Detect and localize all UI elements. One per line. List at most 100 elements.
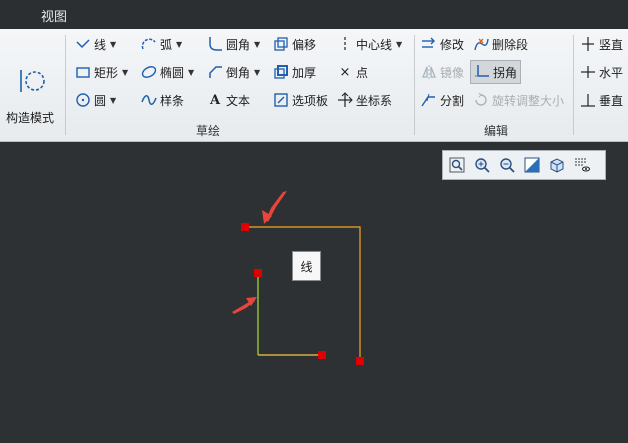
centerline-label: 中心线 bbox=[356, 37, 393, 52]
delete-segment-icon bbox=[473, 36, 489, 52]
point-tool[interactable]: × 点 bbox=[337, 61, 368, 83]
corner-label: 拐角 bbox=[493, 65, 518, 80]
menu-view[interactable]: 视图 bbox=[41, 6, 67, 25]
delete-segment-label: 删除段 bbox=[492, 37, 529, 52]
sketch-line-orange[interactable] bbox=[245, 226, 361, 361]
refit-icon bbox=[449, 157, 465, 173]
chevron-down-icon[interactable]: ▼ bbox=[254, 40, 260, 49]
rectangle-label: 矩形 bbox=[94, 65, 119, 80]
modify-tool[interactable]: 修改 bbox=[421, 33, 464, 55]
vertical-constraint-tool[interactable]: 竖直 bbox=[580, 33, 623, 55]
circle-label: 圆 bbox=[94, 93, 107, 108]
sketch-vertex[interactable] bbox=[356, 357, 364, 365]
text-icon: A bbox=[209, 92, 221, 108]
line-icon bbox=[75, 36, 91, 52]
construction-mode-button[interactable]: 构造模式 bbox=[6, 62, 58, 134]
coordinate-system-tool[interactable]: 坐标系 bbox=[337, 89, 392, 111]
vertical-constraint-label: 竖直 bbox=[599, 37, 624, 52]
edit-group-label: 编辑 bbox=[484, 124, 509, 138]
thicken-label: 加厚 bbox=[292, 65, 317, 80]
sketch-vertex[interactable] bbox=[254, 269, 262, 277]
divide-icon bbox=[421, 92, 437, 108]
thicken-tool[interactable]: 加厚 bbox=[273, 61, 316, 83]
zoom-in-button[interactable] bbox=[472, 155, 492, 175]
divide-tool[interactable]: 分割 bbox=[421, 89, 464, 111]
tooltip: 线 bbox=[292, 251, 321, 281]
mirror-tool[interactable]: 镜像 bbox=[421, 61, 464, 83]
coordinate-system-label: 坐标系 bbox=[356, 93, 393, 108]
divide-label: 分割 bbox=[440, 93, 465, 108]
ribbon-separator bbox=[414, 35, 415, 135]
chamfer-icon bbox=[207, 64, 223, 80]
horizontal-constraint-icon bbox=[580, 64, 596, 80]
horizontal-constraint-tool[interactable]: 水平 bbox=[580, 61, 623, 83]
view-toolbar bbox=[442, 150, 606, 180]
point-icon: × bbox=[339, 64, 351, 80]
sketch-group-label: 草绘 bbox=[196, 124, 221, 138]
delete-segment-tool[interactable]: 删除段 bbox=[473, 33, 528, 55]
chevron-down-icon[interactable]: ▼ bbox=[122, 68, 128, 77]
spline-icon bbox=[141, 92, 157, 108]
annotation-arrow-icon bbox=[262, 191, 287, 224]
vertical-constraint-icon bbox=[580, 36, 596, 52]
sketch-vertex[interactable] bbox=[318, 351, 326, 359]
text-tool[interactable]: A 文本 bbox=[207, 89, 250, 111]
modify-label: 修改 bbox=[440, 37, 465, 52]
rectangle-tool[interactable]: 矩形 ▼ bbox=[75, 61, 128, 83]
point-label: 点 bbox=[356, 65, 369, 80]
ellipse-tool[interactable]: 椭圆 ▼ bbox=[141, 61, 194, 83]
ribbon: 构造模式 线 ▼ 矩形 ▼ 圆 ▼ 弧 ▼ 椭圆 ▼ 样条 圆角 ▼ 倒角 ▼ … bbox=[0, 29, 628, 142]
palette-tool[interactable]: 选项板 bbox=[273, 89, 328, 111]
offset-tool[interactable]: 偏移 bbox=[273, 33, 316, 55]
mirror-icon bbox=[421, 64, 437, 80]
display-style-button[interactable] bbox=[547, 155, 567, 175]
fillet-icon bbox=[207, 36, 223, 52]
spline-tool[interactable]: 样条 bbox=[141, 89, 184, 111]
circle-icon bbox=[75, 92, 91, 108]
construction-mode-label: 构造模式 bbox=[6, 111, 55, 125]
modify-icon bbox=[421, 36, 437, 52]
rotate-resize-label: 旋转调整大小 bbox=[492, 93, 565, 108]
palette-label: 选项板 bbox=[292, 93, 329, 108]
construction-mode-icon bbox=[20, 70, 45, 92]
zoom-in-icon bbox=[475, 158, 490, 173]
repaint-button[interactable] bbox=[522, 155, 542, 175]
spline-label: 样条 bbox=[160, 93, 185, 108]
sketch-vertex[interactable] bbox=[241, 223, 249, 231]
line-label: 线 bbox=[94, 37, 107, 52]
corner-tool[interactable]: 拐角 bbox=[470, 60, 522, 84]
rotate-resize-icon bbox=[473, 92, 489, 108]
fillet-tool[interactable]: 圆角 ▼ bbox=[207, 33, 260, 55]
chamfer-tool[interactable]: 倒角 ▼ bbox=[207, 61, 260, 83]
perpendicular-constraint-icon bbox=[580, 92, 596, 108]
rotate-resize-tool[interactable]: 旋转调整大小 bbox=[473, 89, 564, 111]
chevron-down-icon[interactable]: ▼ bbox=[188, 68, 194, 77]
chevron-down-icon[interactable]: ▼ bbox=[110, 96, 116, 105]
line-tool[interactable]: 线 ▼ bbox=[75, 33, 116, 55]
sketcher-display-filter-button[interactable] bbox=[572, 155, 592, 175]
chevron-down-icon[interactable]: ▼ bbox=[176, 40, 182, 49]
perpendicular-constraint-label: 垂直 bbox=[599, 93, 624, 108]
arc-tool[interactable]: 弧 ▼ bbox=[141, 33, 182, 55]
annotation-arrow-icon bbox=[232, 297, 257, 314]
circle-tool[interactable]: 圆 ▼ bbox=[75, 89, 116, 111]
zoom-out-button[interactable] bbox=[497, 155, 517, 175]
sketcher-display-filter-icon bbox=[575, 158, 590, 172]
mirror-label: 镜像 bbox=[440, 65, 465, 80]
chevron-down-icon[interactable]: ▼ bbox=[254, 68, 260, 77]
display-style-icon bbox=[550, 158, 564, 173]
perpendicular-constraint-tool[interactable]: 垂直 bbox=[580, 89, 623, 111]
menu-bar: 视图 bbox=[0, 0, 628, 29]
ribbon-separator bbox=[65, 35, 66, 135]
refit-button[interactable] bbox=[447, 155, 467, 175]
sketch-canvas[interactable] bbox=[0, 141, 628, 443]
chevron-down-icon[interactable]: ▼ bbox=[110, 40, 116, 49]
centerline-tool[interactable]: 中心线 ▼ bbox=[337, 33, 402, 55]
ellipse-label: 椭圆 bbox=[160, 65, 185, 80]
text-label: 文本 bbox=[226, 93, 251, 108]
ellipse-icon bbox=[141, 64, 157, 80]
chevron-down-icon[interactable]: ▼ bbox=[396, 40, 402, 49]
chamfer-label: 倒角 bbox=[226, 65, 251, 80]
horizontal-constraint-label: 水平 bbox=[599, 65, 624, 80]
palette-icon bbox=[273, 92, 289, 108]
